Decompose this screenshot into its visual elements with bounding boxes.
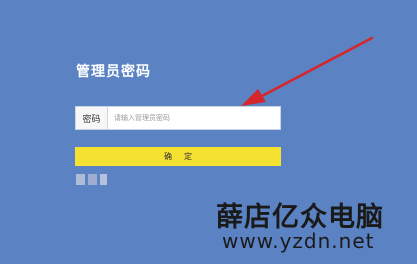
watermark-url: www.yzdn.net	[222, 229, 375, 253]
blurred-language-icon	[88, 174, 97, 185]
annotation-arrow-head	[241, 89, 266, 106]
blurred-language-icon	[100, 174, 107, 185]
password-input[interactable]	[108, 107, 280, 129]
password-label: 密码	[76, 107, 108, 129]
annotation-arrow-shaft	[260, 36, 374, 98]
login-title: 管理员密码	[76, 64, 151, 80]
blurred-language-icon	[76, 174, 85, 185]
confirm-button[interactable]: 确定	[75, 147, 281, 166]
password-row: 密码	[75, 106, 281, 130]
language-selector[interactable]	[76, 174, 107, 185]
